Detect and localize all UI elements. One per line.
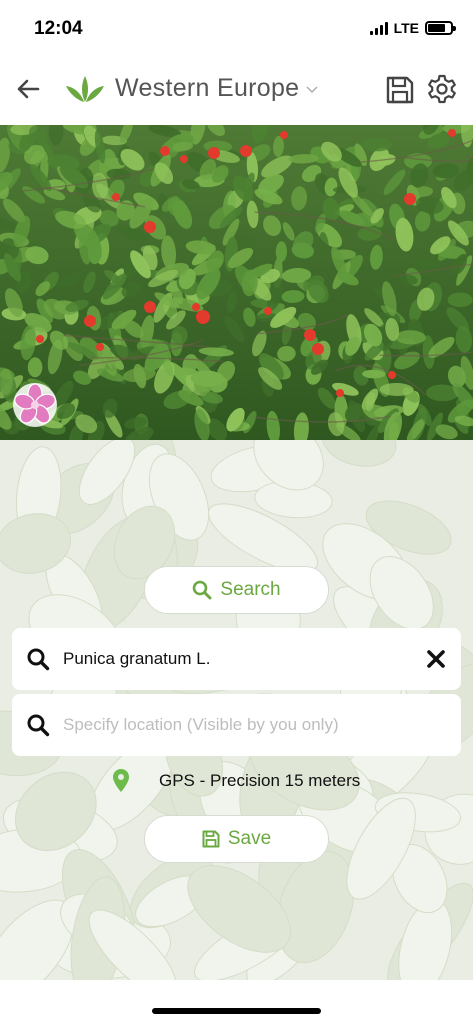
- leaf-logo-icon: [64, 74, 106, 104]
- status-indicators: LTE: [369, 20, 456, 36]
- gps-precision-text: GPS - Precision 15 meters: [159, 771, 361, 790]
- battery-icon: [425, 21, 456, 35]
- network-label: LTE: [393, 20, 419, 36]
- status-bar: 12:04 LTE: [0, 0, 473, 56]
- chevron-down-icon[interactable]: [306, 86, 318, 94]
- settings-button[interactable]: [426, 73, 458, 105]
- search-button[interactable]: Search: [144, 566, 329, 614]
- save-icon-button[interactable]: [385, 74, 415, 106]
- search-icon: [193, 580, 212, 600]
- battery-fill: [428, 24, 445, 32]
- home-bar-area: [0, 980, 473, 1024]
- gear-icon: [428, 74, 456, 104]
- species-value: Punica granatum L.: [63, 649, 211, 668]
- location-placeholder: Specify location (Visible by you only): [63, 715, 339, 734]
- flower-icon[interactable]: [12, 382, 58, 428]
- search-icon: [27, 714, 50, 737]
- floppy-disk-icon: [386, 76, 414, 104]
- foliage-image: [0, 125, 473, 440]
- search-icon: [27, 648, 50, 671]
- save-button[interactable]: Save: [144, 815, 329, 863]
- back-button[interactable]: [14, 74, 44, 104]
- arrow-left-icon: [17, 79, 40, 99]
- status-time: 12:04: [34, 18, 83, 39]
- search-button-label: Search: [220, 579, 281, 600]
- location-field[interactable]: Specify location (Visible by you only): [12, 694, 461, 756]
- floppy-disk-icon: [202, 830, 220, 848]
- region-selector[interactable]: Western Europe: [115, 74, 299, 103]
- save-button-label: Save: [227, 828, 272, 849]
- home-indicator[interactable]: [152, 1008, 321, 1014]
- app-header: Western Europe: [0, 56, 473, 125]
- close-icon[interactable]: [427, 650, 445, 668]
- species-field[interactable]: Punica granatum L.: [12, 628, 461, 690]
- map-pin-icon: [113, 769, 129, 792]
- signal-icon: [369, 21, 388, 35]
- plant-photo[interactable]: [0, 125, 473, 440]
